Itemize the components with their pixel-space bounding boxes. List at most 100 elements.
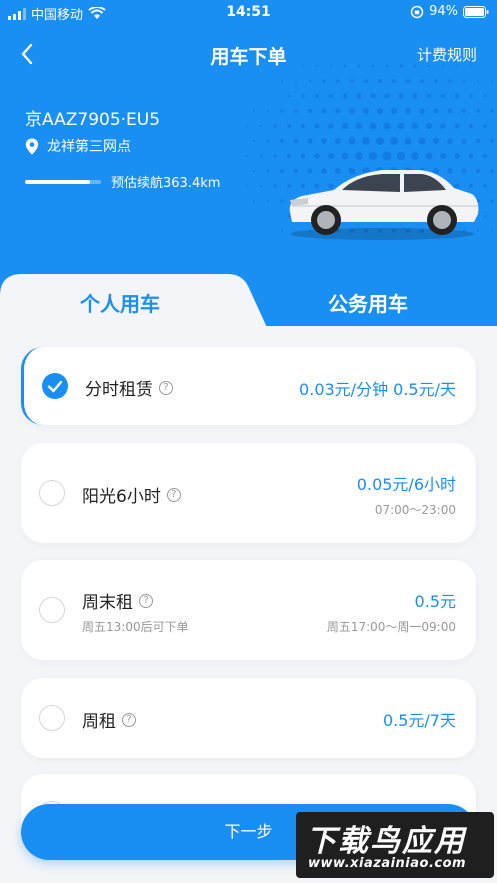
decor-dot bbox=[349, 108, 355, 114]
plan-card-6hour[interactable]: 阳光6小时 ? 0.05元/6小时 07:00～23:00 bbox=[21, 443, 476, 543]
decor-dot bbox=[384, 93, 390, 99]
decor-dot bbox=[426, 93, 432, 99]
plan-price: 0.5元/7天 bbox=[382, 711, 456, 730]
decor-dot bbox=[412, 93, 418, 99]
decor-dot bbox=[259, 124, 263, 128]
decor-dot bbox=[390, 107, 398, 115]
decor-dot bbox=[253, 110, 255, 112]
plan-name: 分时租赁 ? bbox=[85, 375, 173, 400]
decor-dot bbox=[260, 215, 262, 217]
plan-list: 分时租赁 ? 0.03元/分钟 0.5元/天 阳光6小时 ? 0.05元/6小时… bbox=[0, 326, 497, 883]
decor-dot bbox=[294, 79, 298, 83]
decor-dot bbox=[404, 137, 412, 145]
plan-card-hourly[interactable]: 分时租赁 ? 0.03元/分钟 0.5元/天 bbox=[21, 347, 476, 425]
nav-bar: 用车下单 计费规则 bbox=[0, 36, 497, 72]
decor-dot bbox=[273, 94, 277, 98]
decor-dot bbox=[483, 124, 487, 128]
plan-card-weekly[interactable]: 周租 ? 0.5元/7天 bbox=[21, 678, 476, 758]
decor-dot bbox=[396, 151, 406, 161]
decor-dot bbox=[253, 200, 255, 202]
decor-dot bbox=[370, 93, 376, 99]
help-icon[interactable]: ? bbox=[122, 712, 136, 727]
decor-dot bbox=[245, 154, 249, 158]
decor-dot bbox=[447, 138, 453, 144]
vehicle-location: 龙祥第三网点 bbox=[25, 136, 131, 156]
decor-dot bbox=[476, 79, 480, 83]
decor-dot bbox=[328, 123, 334, 129]
decor-dot bbox=[397, 122, 405, 130]
decor-dot bbox=[273, 124, 277, 128]
decor-dot bbox=[490, 109, 494, 113]
license-plate: 京AAZ7905·EU5 bbox=[25, 110, 161, 130]
decor-dot bbox=[259, 154, 263, 158]
decor-dot bbox=[293, 138, 299, 144]
decor-dot bbox=[327, 152, 335, 160]
plan-radio[interactable] bbox=[39, 597, 65, 623]
decor-dot bbox=[314, 153, 320, 159]
plan-name: 周末租 ? bbox=[82, 588, 153, 613]
decor-dot bbox=[383, 122, 391, 130]
plan-name-text: 周末租 bbox=[82, 593, 133, 613]
decor-dot bbox=[434, 79, 438, 83]
decor-dot bbox=[273, 154, 277, 158]
decor-dot bbox=[266, 169, 270, 173]
decor-dot bbox=[328, 93, 334, 99]
decor-dot bbox=[321, 108, 327, 114]
decor-dot bbox=[273, 184, 277, 188]
decor-dot bbox=[491, 80, 493, 82]
decor-dot bbox=[355, 152, 363, 160]
tab-business[interactable]: 公务用车 bbox=[328, 288, 408, 317]
decor-dot bbox=[447, 108, 453, 114]
plan-name: 阳光6小时 ? bbox=[82, 482, 181, 507]
pricing-rules-link[interactable]: 计费规则 bbox=[417, 44, 477, 65]
decor-dot bbox=[294, 109, 298, 113]
decor-dot bbox=[490, 169, 494, 173]
watermark-title: 下载鸟应用 bbox=[306, 824, 466, 859]
decor-dot bbox=[406, 79, 410, 83]
decor-dot bbox=[266, 199, 270, 203]
range-bar bbox=[25, 179, 101, 184]
decor-dot bbox=[286, 153, 292, 159]
decor-dot bbox=[246, 125, 248, 127]
plan-note: 周五13:00后可下单 bbox=[82, 620, 189, 634]
decor-dot bbox=[483, 184, 487, 188]
decor-dot bbox=[425, 152, 433, 160]
decor-dot bbox=[287, 124, 291, 128]
decor-dot bbox=[418, 137, 426, 145]
help-icon[interactable]: ? bbox=[166, 487, 181, 502]
decor-dot bbox=[482, 153, 488, 159]
decor-dot bbox=[375, 136, 385, 146]
decor-dot bbox=[405, 108, 411, 114]
decor-dot bbox=[266, 139, 270, 143]
car-image bbox=[289, 170, 479, 240]
tab-personal[interactable]: 个人用车 bbox=[80, 288, 160, 317]
plan-radio-checked[interactable] bbox=[42, 373, 68, 399]
decor-dot bbox=[273, 214, 277, 218]
decor-dot bbox=[455, 94, 459, 98]
decor-dot bbox=[468, 123, 474, 129]
plan-radio[interactable] bbox=[39, 705, 65, 731]
battery-percent: 94% bbox=[429, 4, 458, 19]
decor-dot bbox=[280, 109, 284, 113]
decor-dot bbox=[334, 137, 342, 145]
status-bar: 中国移动 14:51 94% bbox=[0, 0, 497, 26]
decor-dot bbox=[448, 79, 452, 83]
decor-dot bbox=[461, 138, 467, 144]
help-icon[interactable]: ? bbox=[139, 593, 153, 608]
decor-dot bbox=[368, 151, 378, 161]
plan-hours: 周五17:00～周一09:00 bbox=[326, 620, 456, 634]
decor-dot bbox=[491, 230, 493, 232]
decor-dot bbox=[440, 123, 446, 129]
plan-radio[interactable] bbox=[39, 480, 65, 506]
decor-dot bbox=[475, 138, 481, 144]
plan-card-weekend[interactable]: 周末租 ? 周五13:00后可下单 0.5元 周五17:00～周一09:00 bbox=[21, 560, 476, 660]
decor-dot bbox=[454, 123, 460, 129]
decor-dot bbox=[483, 94, 487, 98]
plan-name-text: 分时租赁 bbox=[85, 380, 153, 400]
decor-dot bbox=[490, 139, 494, 143]
decor-dot bbox=[389, 136, 399, 146]
range-bar-fill bbox=[25, 179, 90, 184]
help-icon[interactable]: ? bbox=[159, 380, 173, 395]
decor-dot bbox=[356, 93, 362, 99]
plan-price: 0.5元 bbox=[414, 592, 456, 611]
